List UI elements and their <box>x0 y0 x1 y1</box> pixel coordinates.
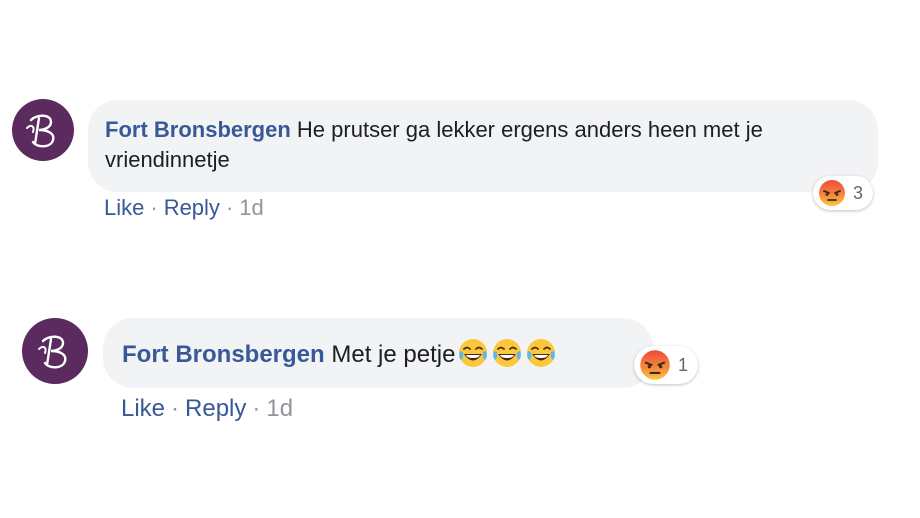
like-link[interactable]: Like <box>121 395 165 422</box>
reaction-count: 1 <box>678 354 689 375</box>
comment-author-link[interactable]: Fort Bronsbergen <box>122 341 325 368</box>
reaction-summary[interactable]: 1 <box>634 346 699 384</box>
comment-bubble: Fort Bronsbergen Met je petje <box>103 318 653 388</box>
laughing-tears-icon <box>527 339 556 367</box>
emoji-group <box>455 339 557 368</box>
angry-face-icon <box>640 350 670 380</box>
comment-2: Fort Bronsbergen Met je petje 1 Like · R… <box>0 0 920 518</box>
comment-actions: Like · Reply · 1d <box>121 395 293 423</box>
separator: · <box>252 395 261 422</box>
laughing-tears-icon <box>493 339 522 367</box>
timestamp[interactable]: 1d <box>266 395 293 422</box>
comment-text: Met je petje <box>331 341 456 368</box>
separator: · <box>171 395 180 422</box>
brand-logo-icon <box>38 335 67 369</box>
laughing-tears-icon <box>459 339 488 367</box>
reply-link[interactable]: Reply <box>185 395 246 422</box>
avatar[interactable] <box>22 318 88 384</box>
